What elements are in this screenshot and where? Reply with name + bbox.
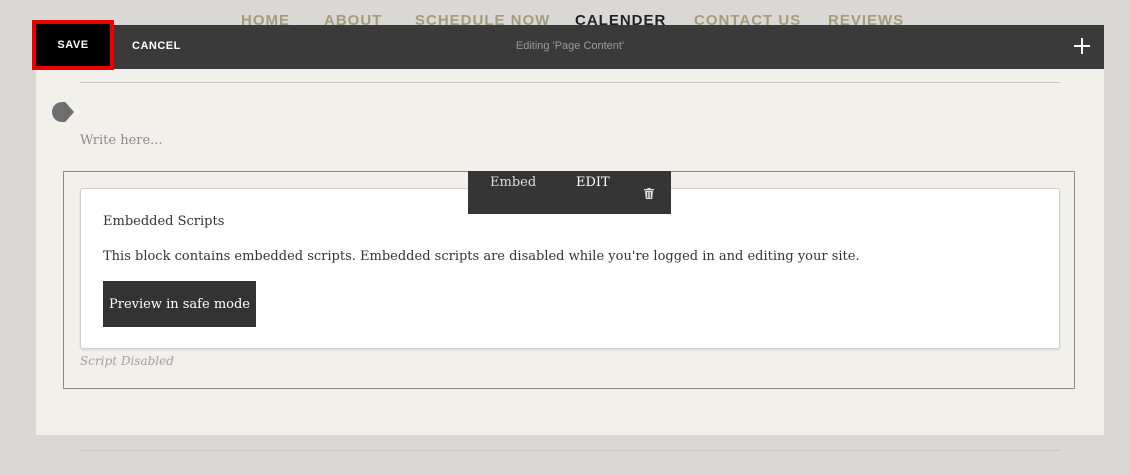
- divider-bottom: [80, 450, 1060, 451]
- script-disabled-caption: Script Disabled: [80, 354, 174, 368]
- block-toolbar: Embed EDIT: [468, 171, 671, 214]
- edit-toolbar: SAVE CANCEL Editing 'Page Content': [32, 20, 1104, 70]
- plus-icon[interactable]: [1074, 38, 1090, 54]
- editing-status: Editing 'Page Content': [515, 40, 625, 52]
- trash-icon[interactable]: [644, 188, 654, 199]
- block-edit-button[interactable]: EDIT: [576, 175, 610, 190]
- embed-description: This block contains embedded scripts. Em…: [103, 249, 860, 264]
- embed-title: Embedded Scripts: [103, 214, 225, 229]
- divider-top: [80, 82, 1060, 83]
- block-type-label: Embed: [490, 175, 537, 190]
- text-block-placeholder[interactable]: Write here...: [80, 133, 163, 148]
- preview-safe-mode-button[interactable]: Preview in safe mode: [103, 281, 256, 327]
